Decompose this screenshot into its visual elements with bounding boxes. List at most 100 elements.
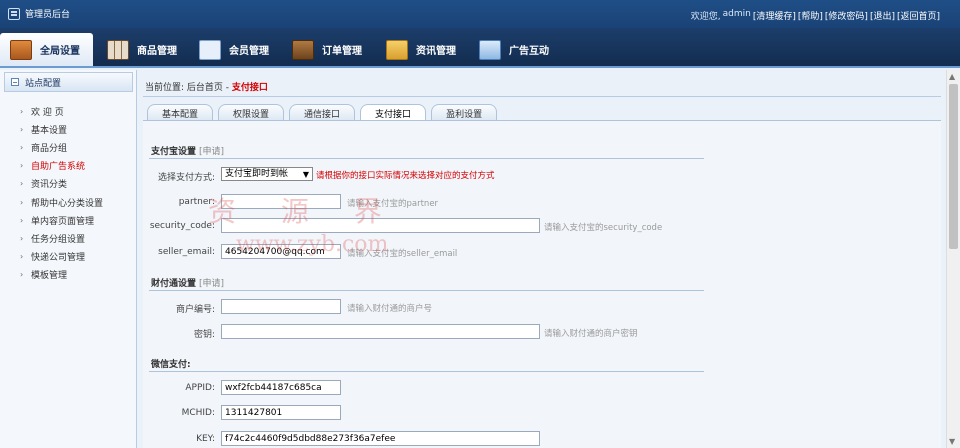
dropdown-arrow-icon: ▼ [302, 170, 309, 179]
chevron-right-icon: › [20, 252, 24, 262]
welcome-text: 欢迎您, [690, 12, 721, 22]
field-label: seller_email: [158, 247, 215, 257]
main-content: 当前位置: 后台首页 - 支付接口 基本配置 权限设置 通信接口 支付接口 盈利… [137, 70, 946, 448]
settings-tabs: 基本配置 权限设置 通信接口 支付接口 盈利设置 [147, 104, 502, 121]
section-title-alipay: 支付宝设置 [申请] [151, 144, 224, 157]
change-password-link[interactable]: [修改密码] [825, 9, 868, 22]
row-appid: APPID: [143, 380, 933, 398]
sidebar-item-label: 自助广告系统 [31, 162, 86, 173]
breadcrumb-home[interactable]: 后台首页 [187, 83, 223, 93]
field-label: MCHID: [181, 408, 215, 418]
sidebar-item-label: 欢 迎 页 [31, 107, 64, 118]
field-label: 密钥: [193, 330, 215, 340]
row-mchid: MCHID: [143, 405, 933, 423]
section-title-tenpay: 财付通设置 [申请] [151, 276, 224, 289]
scroll-up-icon[interactable]: ▲ [949, 72, 955, 81]
chevron-right-icon: › [20, 106, 24, 116]
folder-icon [386, 39, 408, 60]
clear-cache-link[interactable]: [清理缓存] [753, 9, 796, 22]
nav-global-settings[interactable]: 全局设置 [0, 33, 93, 66]
member-card-icon [199, 39, 221, 60]
watermark-url: www.zyb.com [236, 232, 389, 257]
sidebar-heading[interactable]: 站点配置 [4, 72, 133, 92]
divider [143, 96, 941, 97]
nav-label: 广告互动 [509, 46, 549, 57]
appid-input[interactable] [221, 380, 341, 395]
chevron-right-icon: › [20, 124, 24, 134]
watermark-text: 资 源 界 [208, 195, 400, 228]
nav-order-management[interactable]: 订单管理 [280, 33, 362, 66]
sidebar-item-news-categories[interactable]: › 资讯分类 [20, 175, 103, 193]
field-label: 选择支付方式: [157, 173, 215, 183]
scrollbar-thumb[interactable] [949, 84, 958, 249]
payment-form: 支付宝设置 [申请] 选择支付方式: 支付宝即时到帐 ▼ 请根据你的接口实际情况来… [143, 121, 941, 448]
sidebar-item-templates[interactable]: › 模板管理 [20, 266, 103, 284]
chevron-right-icon: › [20, 179, 24, 189]
collapse-icon [11, 78, 19, 86]
field-label: KEY: [196, 434, 215, 444]
logout-link[interactable]: [退出] [870, 9, 895, 22]
sidebar-item-single-pages[interactable]: › 单内容页面管理 [20, 211, 103, 229]
merchant-key-input[interactable] [221, 324, 540, 339]
payment-method-select[interactable]: 支付宝即时到帐 ▼ [221, 167, 313, 181]
sidebar-item-label: 基本设置 [31, 125, 68, 136]
nav-label: 会员管理 [229, 46, 269, 57]
sidebar-item-product-groups[interactable]: › 商品分组 [20, 138, 103, 156]
breadcrumb-current: 支付接口 [231, 83, 268, 93]
sidebar-item-basic-settings[interactable]: › 基本设置 [20, 120, 103, 138]
sidebar-item-couriers[interactable]: › 快递公司管理 [20, 248, 103, 266]
field-label: security_code: [149, 221, 215, 231]
nav-ad-interaction[interactable]: 广告互动 [467, 33, 549, 66]
wallet-icon [292, 39, 314, 60]
sidebar-item-label: 模板管理 [31, 271, 68, 282]
sidebar: 站点配置 › 欢 迎 页 › 基本设置 › 商品分组 › 自助广告系统 › 资讯分类 › 帮… [0, 70, 137, 448]
chevron-right-icon: › [20, 233, 24, 243]
chevron-right-icon: › [20, 142, 24, 152]
breadcrumb-prefix: 当前位置: [145, 83, 185, 93]
tab-basic-config[interactable]: 基本配置 [147, 104, 214, 121]
select-value: 支付宝即时到帐 [225, 169, 289, 179]
section-title-text: 财付通设置 [151, 279, 197, 289]
chevron-right-icon: › [20, 215, 24, 225]
breadcrumb: 当前位置: 后台首页 - 支付接口 [145, 80, 268, 93]
tab-profit[interactable]: 盈利设置 [431, 104, 498, 121]
sidebar-item-label: 任务分组设置 [31, 234, 86, 245]
merchant-id-input[interactable] [221, 299, 341, 314]
brand-title: 管理员后台 [25, 10, 71, 20]
apply-link[interactable]: [申请] [199, 279, 224, 289]
sidebar-item-help-center[interactable]: › 帮助中心分类设置 [20, 193, 103, 211]
chevron-right-icon: › [20, 270, 24, 280]
brand: 管理员后台 [8, 7, 70, 20]
admin-panel-icon [8, 7, 20, 20]
nav-member-management[interactable]: 会员管理 [187, 33, 269, 66]
tab-permissions[interactable]: 权限设置 [218, 104, 285, 121]
section-title-wechat: 微信支付: [151, 357, 191, 370]
field-hint: 请输入财付通的商户密钥 [544, 329, 638, 339]
sidebar-heading-label: 站点配置 [25, 78, 62, 89]
nav-news-management[interactable]: 资讯管理 [374, 33, 456, 66]
row-merchant-id: 商户编号: 请输入财付通的商户号 [143, 299, 933, 317]
vertical-scrollbar[interactable]: ▲ ▼ [946, 70, 960, 448]
tab-communication[interactable]: 通信接口 [289, 104, 356, 121]
field-label: APPID: [185, 383, 215, 393]
wechat-key-input[interactable] [221, 431, 540, 446]
nav-product-management[interactable]: 商品管理 [95, 33, 177, 66]
scroll-down-icon[interactable]: ▼ [949, 437, 955, 446]
sidebar-item-task-groups[interactable]: › 任务分组设置 [20, 229, 103, 247]
sidebar-item-self-service-ads[interactable]: › 自助广告系统 [20, 157, 103, 175]
payment-method-warning: 请根据你的接口实际情况来选择对应的支付方式 [316, 171, 495, 181]
field-label: 商户编号: [175, 305, 215, 315]
mchid-input[interactable] [221, 405, 341, 420]
help-link[interactable]: [帮助] [798, 9, 823, 22]
nav-label: 商品管理 [137, 46, 177, 57]
sidebar-item-label: 资讯分类 [31, 180, 68, 191]
sidebar-menu: › 欢 迎 页 › 基本设置 › 商品分组 › 自助广告系统 › 资讯分类 › 帮助中心分类… [20, 102, 103, 284]
sidebar-item-welcome[interactable]: › 欢 迎 页 [20, 102, 103, 120]
section-title-text: 微信支付: [151, 360, 191, 370]
sidebar-item-label: 单内容页面管理 [31, 216, 95, 227]
screen-icon [479, 39, 501, 60]
tab-payment[interactable]: 支付接口 [360, 104, 427, 121]
apply-link[interactable]: [申请] [199, 147, 224, 157]
row-key: KEY: [143, 431, 933, 448]
return-home-link[interactable]: [返回首页] [897, 9, 940, 22]
